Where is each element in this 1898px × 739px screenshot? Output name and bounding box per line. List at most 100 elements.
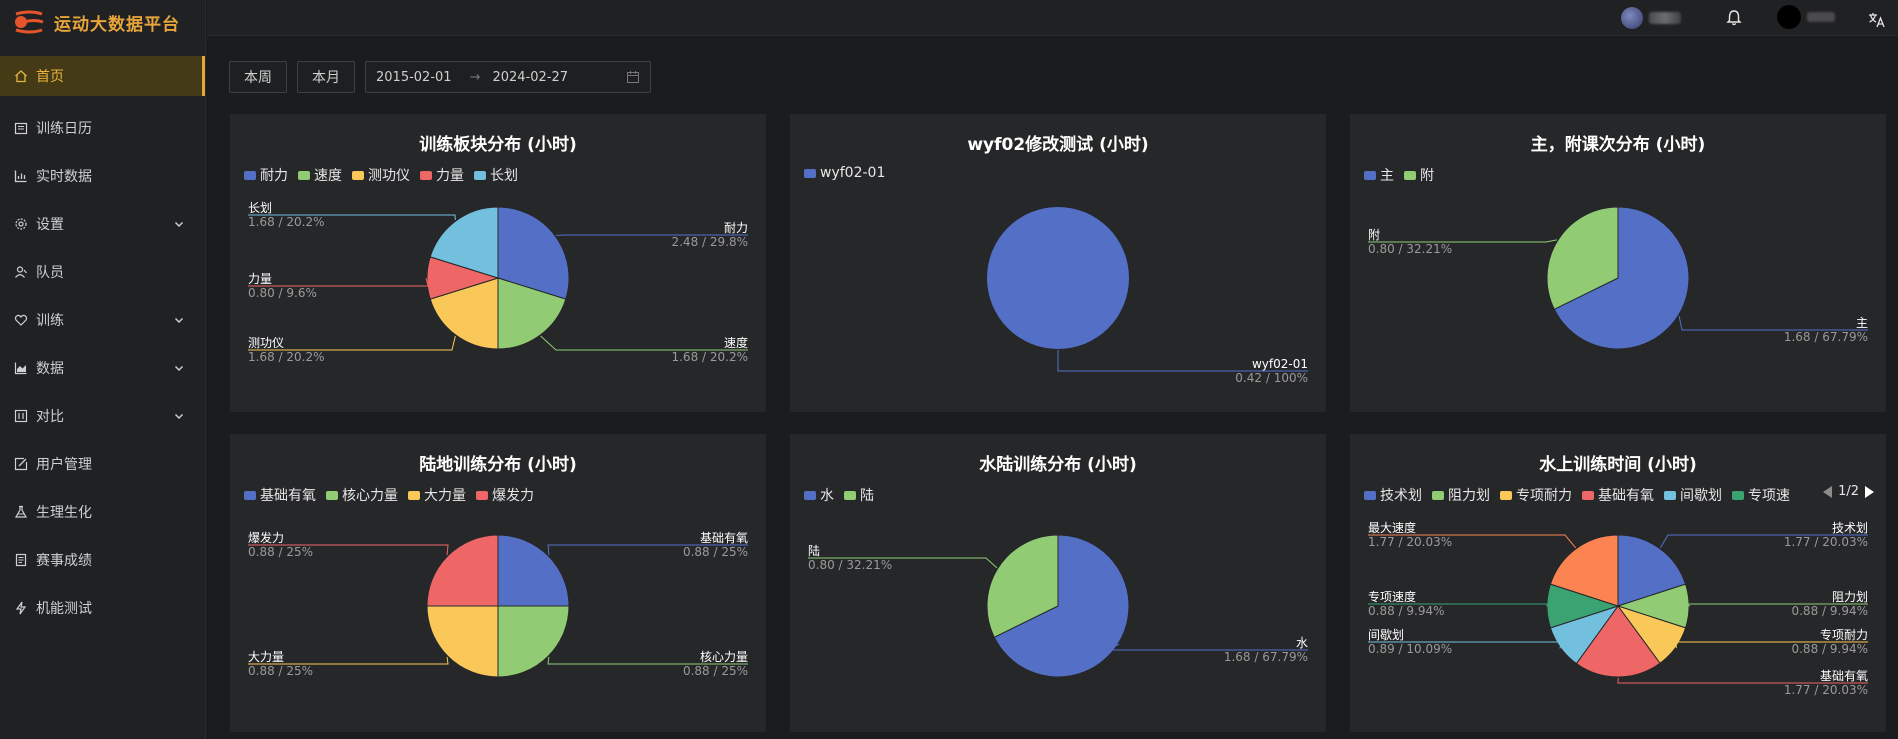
translate-icon [1869, 13, 1885, 28]
brand[interactable]: 运动大数据平台 [0, 0, 205, 44]
legend-item[interactable]: 专项速度 [1732, 485, 1790, 505]
pie-chart[interactable]: 技术划1.77 / 20.03%阻力划0.88 / 9.94%专项耐力0.88 … [1350, 434, 1886, 732]
legend-label: 基础有氧 [1598, 488, 1654, 504]
pie-slice[interactable] [497, 534, 570, 607]
chart-legend: wyf02-01 [804, 165, 885, 181]
pie-chart[interactable]: wyf02-01 0.42 / 100% [790, 114, 1326, 412]
legend-swatch [1404, 170, 1416, 180]
app-title: 运动大数据平台 [54, 14, 180, 35]
sidebar-item-5[interactable]: 训练 [0, 296, 205, 344]
sidebar-item-8[interactable]: 用户管理 [0, 440, 205, 488]
sidebar-item-1[interactable]: 训练日历 [0, 104, 205, 152]
legend-swatch [1364, 170, 1376, 180]
sidebar-item-4[interactable]: 队员 [0, 248, 205, 296]
pie-chart[interactable]: 基础有氧0.88 / 25%核心力量0.88 / 25%大力量0.88 / 25… [230, 434, 766, 732]
slice-label-value: 0.88 / 25% [683, 664, 748, 678]
flask-icon [14, 505, 28, 519]
pie-slice[interactable] [987, 207, 1129, 349]
legend-item[interactable]: 间歇划 [1664, 485, 1722, 505]
this-month-button[interactable]: 本月 [297, 61, 355, 93]
slice-label-name: 大力量 [248, 650, 284, 664]
legend-item[interactable]: 长划 [474, 165, 518, 185]
legend-item[interactable]: 专项耐力 [1500, 485, 1572, 505]
legend-item[interactable]: 水 [804, 485, 834, 505]
area-chart-icon [14, 361, 28, 375]
legend-item[interactable]: 陆 [844, 485, 874, 505]
legend-swatch [844, 490, 856, 500]
bar-chart-icon [14, 169, 28, 183]
chevron-down-icon [173, 410, 185, 422]
pie-slice[interactable] [497, 605, 570, 678]
slice-label-name: 附 [1368, 228, 1380, 242]
slice-label-value: 0.80 / 9.6% [248, 286, 317, 300]
next-page-icon[interactable] [1865, 485, 1874, 498]
slice-label-name: 阻力划 [1832, 590, 1868, 604]
legend-label: 力量 [436, 168, 464, 184]
legend-pager: 1/2 [1817, 484, 1874, 499]
notification-button[interactable] [1725, 3, 1743, 33]
slice-label-name: 主 [1856, 316, 1868, 330]
chart-card: 训练板块分布 (小时) 耐力 2.48 / 29.8% 速度 1.68 / 20.2% 测… [230, 114, 766, 412]
legend-swatch [326, 490, 338, 500]
legend-label: 长划 [490, 168, 518, 184]
legend-swatch [1500, 490, 1512, 500]
pie-chart[interactable]: 水1.68 / 67.79%陆0.80 / 32.21% [790, 434, 1326, 732]
legend-label: 附 [1420, 168, 1434, 184]
legend-item[interactable]: 大力量 [408, 485, 466, 505]
sidebar-item-label: 机能测试 [36, 601, 92, 617]
legend-swatch [474, 170, 486, 180]
pie-slice[interactable] [426, 605, 499, 678]
legend-swatch [298, 170, 310, 180]
sidebar-item-0[interactable]: 首页 [0, 56, 205, 96]
legend-swatch [408, 490, 420, 500]
gear-icon [14, 217, 28, 231]
legend-item[interactable]: 附 [1404, 165, 1434, 185]
slice-label-value: 0.88 / 25% [248, 664, 313, 678]
sidebar-item-2[interactable]: 实时数据 [0, 152, 205, 200]
user-profile[interactable] [1621, 3, 1681, 33]
slice-label-name: 长划 [248, 201, 272, 215]
end-date[interactable]: 2024-02-27 [492, 70, 568, 85]
sidebar-item-11[interactable]: 机能测试 [0, 584, 205, 632]
pie-chart[interactable]: 主1.68 / 67.79%附0.80 / 32.21% [1350, 114, 1886, 412]
thunder-icon [14, 601, 28, 615]
legend-item[interactable]: 基础有氧 [1582, 485, 1654, 505]
slice-label-value: 0.42 / 100% [1235, 371, 1308, 385]
legend-item[interactable]: 爆发力 [476, 485, 534, 505]
sidebar-item-3[interactable]: 设置 [0, 200, 205, 248]
slice-label-value: 1.77 / 20.03% [1368, 535, 1452, 549]
legend-item[interactable]: 核心力量 [326, 485, 398, 505]
edit-icon [14, 457, 28, 471]
legend-item[interactable]: 技术划 [1364, 485, 1422, 505]
pie-slice[interactable] [426, 534, 499, 607]
legend-item[interactable]: 力量 [420, 165, 464, 185]
sidebar-item-label: 队员 [36, 265, 64, 281]
sidebar-item-7[interactable]: 对比 [0, 392, 205, 440]
sidebar-item-9[interactable]: 生理生化 [0, 488, 205, 536]
slice-label-value: 0.88 / 25% [248, 545, 313, 559]
sidebar-item-label: 对比 [36, 409, 64, 425]
slice-label-name: 速度 [724, 335, 748, 350]
document-icon [14, 553, 28, 567]
legend-item[interactable]: 阻力划 [1432, 485, 1490, 505]
sidebar-item-10[interactable]: 赛事成绩 [0, 536, 205, 584]
sidebar-item-6[interactable]: 数据 [0, 344, 205, 392]
this-week-button[interactable]: 本周 [229, 61, 287, 93]
filter-bar: 本周 本月 2015-02-01 → 2024-02-27 [229, 61, 651, 93]
date-range-picker[interactable]: 2015-02-01 → 2024-02-27 [365, 61, 651, 93]
slice-label-name: 陆 [808, 543, 820, 558]
legend-item[interactable]: 主 [1364, 165, 1394, 185]
legend-swatch [244, 490, 256, 500]
legend-item[interactable]: 耐力 [244, 165, 288, 185]
chart-card: 主，附课次分布 (小时) 主 1.68 / 67.79% 附 0.80 / 32.21%… [1350, 114, 1886, 412]
slice-label-name: 基础有氧 [1820, 669, 1868, 683]
previous-page-icon[interactable] [1823, 485, 1833, 498]
account-menu[interactable] [1777, 2, 1835, 32]
pie-chart[interactable]: 耐力2.48 / 29.8%速度1.68 / 20.2%测功仪1.68 / 20… [230, 114, 766, 412]
language-button[interactable] [1867, 5, 1887, 35]
legend-item[interactable]: wyf02-01 [804, 165, 885, 181]
start-date[interactable]: 2015-02-01 [376, 70, 452, 85]
legend-item[interactable]: 速度 [298, 165, 342, 185]
legend-item[interactable]: 基础有氧 [244, 485, 316, 505]
legend-item[interactable]: 测功仪 [352, 165, 410, 185]
